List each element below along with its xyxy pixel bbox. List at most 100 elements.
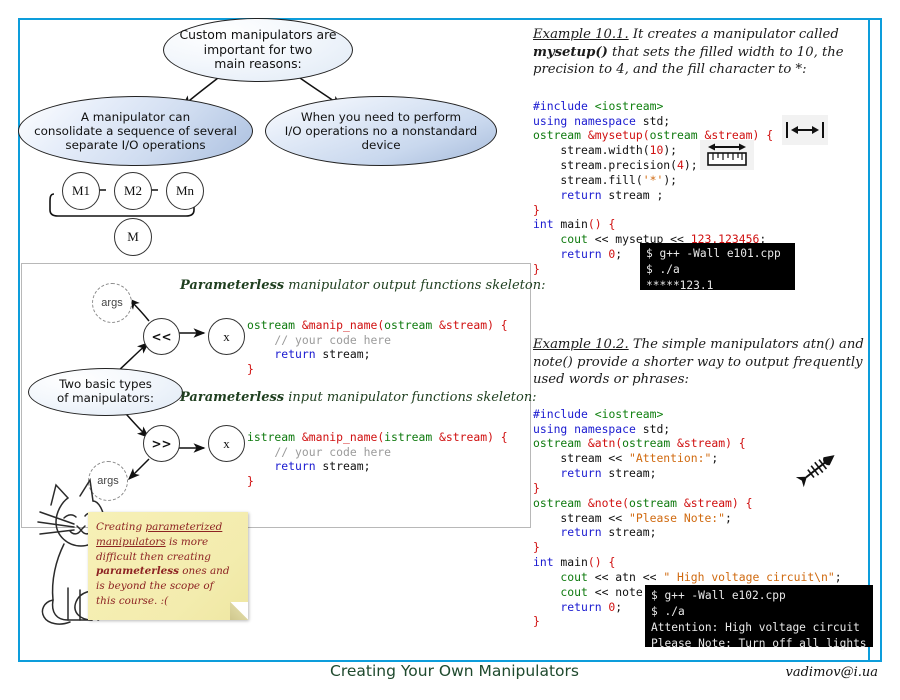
- code-token: &stream: [432, 317, 488, 332]
- code-token: &stream: [432, 429, 488, 444]
- output-skeleton-title-rest: manipulator output functions skeleton:: [284, 278, 546, 293]
- code-token: ) {: [752, 128, 774, 143]
- code-token: 0: [601, 247, 616, 262]
- code-token: ;: [711, 451, 719, 466]
- sticky-note-text: Creating parameterized manipulators is m…: [96, 520, 236, 609]
- code-token: ostream: [629, 495, 678, 510]
- code-token: &mysetup: [581, 128, 643, 143]
- slide-root: Custom manipulators are important for tw…: [0, 0, 900, 700]
- code-token: return: [247, 347, 316, 362]
- operator-node-output-label: <<: [151, 329, 172, 344]
- input-skeleton-title-bold: Parameterless: [180, 390, 285, 405]
- input-skeleton-code: istream &manip_name(istream &stream) { /…: [247, 415, 508, 489]
- operator-node-input: >>: [143, 425, 180, 462]
- code-token: stream ;: [601, 187, 664, 202]
- args-node-output-label: args: [101, 297, 123, 309]
- code-token: ) {: [487, 429, 508, 444]
- concept-branch-1-label: A manipulator can consolidate a sequence…: [34, 109, 237, 153]
- code-token: #include: [533, 406, 588, 421]
- code-token: stream;: [601, 525, 657, 540]
- code-token: );: [683, 158, 698, 173]
- x-node-input-label: x: [223, 435, 230, 451]
- code-token: }: [533, 202, 540, 217]
- example1-label: Example 10.1.: [533, 27, 629, 42]
- code-token: }: [533, 261, 540, 276]
- code-token: "Please Note:": [629, 510, 726, 525]
- example2-label: Example 10.2.: [533, 337, 629, 352]
- code-token: stream <<: [533, 451, 630, 466]
- concept-root-ellipse: Custom manipulators are important for tw…: [163, 18, 353, 82]
- code-token: ) {: [487, 317, 508, 332]
- code-token: return: [533, 187, 602, 202]
- code-token: &stream: [670, 436, 726, 451]
- code-token: using namespace: [533, 113, 636, 128]
- code-token: stream.precision(: [533, 158, 678, 173]
- x-node-output: x: [208, 318, 245, 355]
- code-token: ;: [834, 569, 842, 584]
- code-token: stream <<: [533, 510, 630, 525]
- code-token: }: [533, 480, 540, 495]
- code-token: &manip_name: [295, 429, 378, 444]
- code-token: // your code here: [247, 444, 392, 459]
- author-email: vadimov@i.ua: [785, 665, 879, 680]
- code-token: stream;: [315, 347, 371, 362]
- x-node-input: x: [208, 425, 245, 462]
- code-token: ;: [615, 599, 623, 614]
- concept-root-label: Custom manipulators are important for tw…: [179, 27, 337, 72]
- code-token: main: [553, 555, 588, 570]
- code-token: 0: [601, 599, 616, 614]
- width-arrow-icon: [782, 115, 828, 145]
- example1-bold: mysetup(): [533, 44, 608, 60]
- code-token: // your code here: [247, 332, 392, 347]
- code-token: main: [553, 217, 588, 232]
- code-token: return: [533, 599, 602, 614]
- code-token: << atn <<: [587, 569, 664, 584]
- input-skeleton-title: Parameterless input manipulator function…: [180, 390, 537, 405]
- operator-node-input-label: >>: [151, 436, 172, 451]
- code-token: &manip_name: [295, 317, 378, 332]
- code-token: istream: [384, 429, 433, 444]
- code-token: cout: [533, 232, 588, 247]
- code-token: return: [533, 466, 602, 481]
- page-title: Creating Your Own Manipulators: [330, 662, 579, 680]
- example1-text: It creates a manipulator called: [628, 27, 839, 42]
- code-token: }: [533, 614, 540, 629]
- fish-skeleton-icon: [795, 455, 835, 488]
- frame-border-top: [18, 18, 882, 20]
- code-token: "Attention:": [629, 451, 712, 466]
- code-token: cout: [533, 569, 588, 584]
- code-token: }: [247, 362, 254, 377]
- code-token: ostream: [649, 128, 698, 143]
- code-token: ostream: [533, 495, 582, 510]
- code-token: return: [533, 247, 602, 262]
- code-token: &note: [581, 495, 623, 510]
- code-token: int: [533, 555, 554, 570]
- sticky-note-part1: Creating: [96, 521, 146, 533]
- code-token: 10: [649, 143, 664, 158]
- code-token: <iostream>: [587, 406, 664, 421]
- code-token: int: [533, 217, 554, 232]
- code-token: &stream: [677, 495, 732, 510]
- code-token: cout: [533, 584, 588, 599]
- code-token: ostream: [247, 317, 296, 332]
- chain-node-m1: M1: [62, 172, 100, 210]
- code-token: stream.width(: [533, 143, 650, 158]
- chain-node-m2: M2: [114, 172, 152, 210]
- code-token: );: [663, 172, 678, 187]
- ruler-precision-icon: [700, 140, 754, 170]
- two-basic-types-label: Two basic types of manipulators:: [57, 377, 154, 405]
- code-token: ;: [615, 247, 623, 262]
- x-node-output-label: x: [223, 328, 230, 344]
- chain-node-m2-label: M2: [123, 183, 143, 198]
- chain-result-label: M: [127, 229, 139, 244]
- output-skeleton-title: Parameterless manipulator output functio…: [180, 278, 545, 293]
- code-token: std;: [635, 421, 671, 436]
- example1-terminal-output: $ g++ -Wall e101.cpp $ ./a *****123.1: [640, 243, 795, 292]
- code-token: stream.fill(: [533, 172, 643, 187]
- code-token: stream;: [601, 466, 657, 481]
- code-token: (: [622, 495, 630, 510]
- code-token: #include: [533, 98, 588, 113]
- code-token: 4: [677, 158, 684, 173]
- chain-result-node-m: M: [114, 218, 152, 256]
- frame-border-right: [880, 18, 882, 662]
